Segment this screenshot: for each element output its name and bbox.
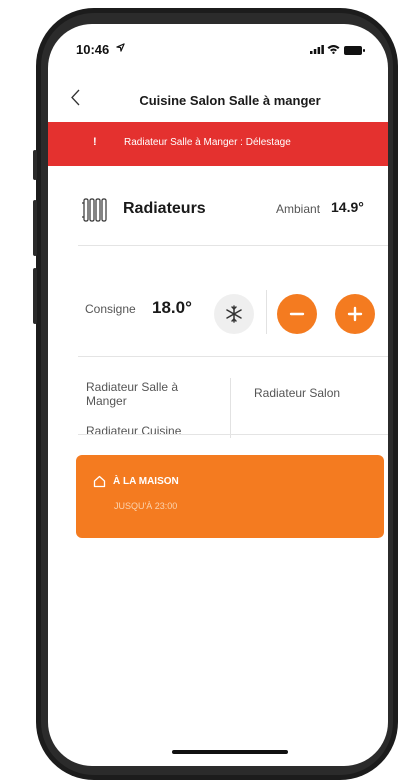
setpoint-value: 18.0° [152, 298, 192, 317]
ambient-temperature: 14.9° [331, 199, 364, 215]
app-screen: 10:46 Cuisine Salon Salle à manger ! Rad… [48, 24, 388, 766]
room-item[interactable]: Radiateur Cuisine [86, 424, 181, 438]
ambient-label: Ambiant [276, 202, 321, 216]
setpoint-row: Consigne 18.0° [48, 270, 388, 356]
increase-button[interactable] [335, 294, 375, 334]
minus-icon [289, 312, 305, 316]
mode-card[interactable]: À LA MAISON JUSQU'À 23:00 [76, 455, 384, 538]
frost-mode-button[interactable] [214, 294, 254, 334]
room-item[interactable]: Radiateur Salon [254, 386, 340, 400]
phone-side-button [33, 150, 37, 180]
location-arrow-icon [116, 43, 125, 52]
setpoint-label: Consigne [85, 302, 136, 316]
home-indicator [172, 750, 288, 754]
alert-banner: ! Radiateur Salle à Manger : Délestage [48, 122, 388, 166]
page-title: Cuisine Salon Salle à manger [139, 93, 321, 108]
divider [78, 356, 388, 357]
room-item[interactable]: Radiateur Salle à Manger [86, 380, 206, 408]
phone-volume-down [33, 268, 37, 324]
divider [78, 434, 388, 435]
radiator-icon [82, 198, 107, 222]
vertical-divider [230, 378, 231, 438]
status-time: 10:46 [76, 42, 110, 57]
vertical-divider [266, 290, 267, 334]
battery-icon [344, 46, 365, 55]
snowflake-icon [226, 305, 242, 323]
home-icon [93, 475, 106, 488]
cellular-signal-icon [310, 45, 324, 54]
status-bar: 10:46 [48, 24, 388, 68]
divider [78, 245, 388, 246]
nav-bar: Cuisine Salon Salle à manger [48, 82, 388, 118]
alert-icon: ! [93, 136, 97, 148]
phone-volume-up [33, 200, 37, 256]
mode-title: À LA MAISON [113, 476, 179, 487]
wifi-icon [327, 45, 340, 54]
alert-text: Radiateur Salle à Manger : Délestage [124, 137, 291, 148]
mode-subtitle: JUSQU'À 23:00 [114, 501, 178, 511]
plus-icon [347, 306, 363, 322]
radiators-header: Radiateurs Ambiant 14.9° [48, 194, 388, 234]
radiators-title: Radiateurs [123, 200, 206, 217]
decrease-button[interactable] [277, 294, 317, 334]
